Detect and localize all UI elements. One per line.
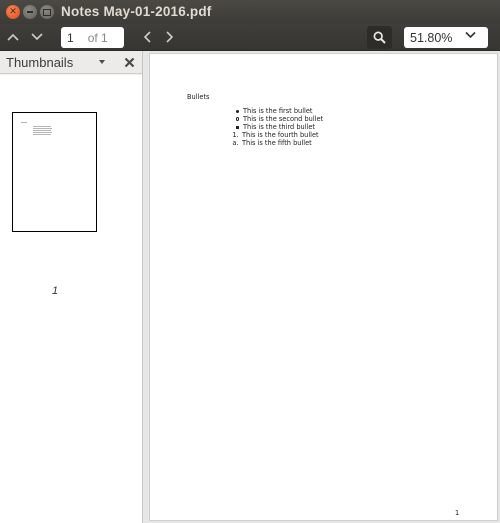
- page-thumbnail[interactable]: [12, 112, 97, 232]
- list-item: 1. This is the fourth bullet: [232, 131, 319, 139]
- list-item: This is the first bullet: [234, 107, 313, 115]
- thumbnail-list: 1: [0, 75, 142, 523]
- thumbnail-label: 1: [51, 285, 59, 297]
- next-page-button[interactable]: [27, 27, 47, 47]
- history-back-button[interactable]: [137, 27, 157, 47]
- document-view[interactable]: Bullets This is the first bullet This is…: [143, 51, 500, 523]
- letter-marker: a.: [232, 139, 239, 147]
- number-marker: 1.: [232, 131, 239, 139]
- list-item: This is the second bullet: [234, 115, 323, 123]
- zoom-value: 51.80%: [410, 30, 453, 45]
- chevron-right-icon: [166, 31, 174, 43]
- search-icon: [373, 31, 386, 44]
- chevron-down-icon: [31, 33, 43, 41]
- page-number-input[interactable]: 1 of 1: [61, 27, 124, 48]
- close-window-button[interactable]: ✕: [6, 5, 20, 19]
- page-number: 1: [455, 509, 460, 517]
- title-bar: ✕ Notes May-01-2016.pdf: [0, 0, 500, 24]
- current-page-value: 1: [67, 30, 74, 45]
- list-item: a. This is the fifth bullet: [232, 139, 312, 147]
- sidebar-header: Thumbnails: [0, 51, 142, 74]
- toolbar: 1 of 1 51.80%: [0, 24, 500, 51]
- previous-page-button[interactable]: [3, 27, 23, 47]
- list-item: This is the third bullet: [234, 123, 315, 131]
- minimize-window-button[interactable]: [23, 5, 37, 19]
- document-page: Bullets This is the first bullet This is…: [149, 53, 498, 521]
- window-title: Notes May-01-2016.pdf: [61, 4, 212, 19]
- bullet-marker: [234, 109, 241, 113]
- sidebar-title: Thumbnails: [6, 55, 74, 70]
- chevron-up-icon: [7, 33, 19, 41]
- page-total-label: of 1: [87, 30, 108, 45]
- chevron-left-icon: [143, 31, 151, 43]
- close-sidebar-button[interactable]: [122, 55, 136, 69]
- bullet-marker: [234, 125, 241, 129]
- history-forward-button[interactable]: [160, 27, 180, 47]
- bullet-marker: [234, 117, 241, 121]
- zoom-select[interactable]: 51.80%: [404, 27, 488, 48]
- chevron-down-icon: [465, 31, 476, 39]
- sidebar: Thumbnails 1: [0, 51, 143, 523]
- sidebar-mode-dropdown-icon[interactable]: [99, 60, 105, 64]
- search-button[interactable]: [367, 26, 392, 49]
- document-heading: Bullets: [187, 93, 210, 101]
- close-icon: [124, 57, 134, 67]
- maximize-window-button[interactable]: [40, 5, 54, 19]
